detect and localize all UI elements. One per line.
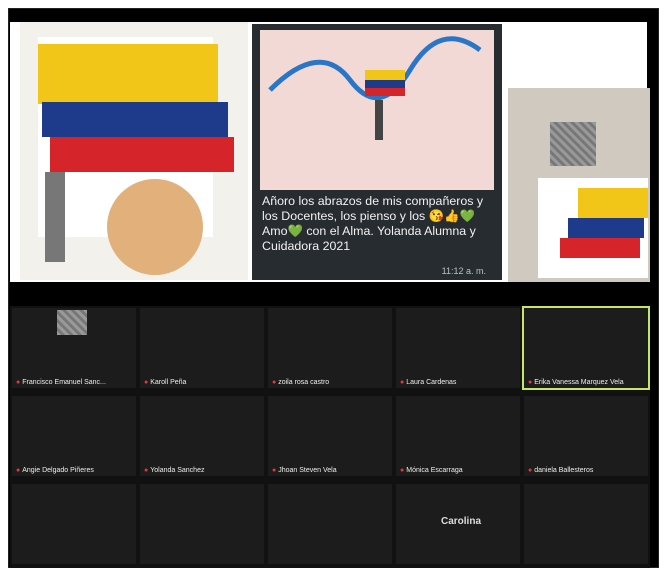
participant-tile[interactable]: ● Mónica Escarraga — [396, 396, 520, 476]
flag-mosaic-photo — [20, 22, 248, 280]
participant-tile[interactable] — [12, 484, 136, 564]
participant-tile[interactable]: ● zoila rosa castro — [268, 308, 392, 388]
video-call-grid: ● Francisco Emanuel Sanc... ● Karoll Peña … — [10, 306, 650, 568]
chat-message-text: Añoro los abrazos de mis compañeros y lo… — [262, 194, 484, 253]
participant-tile[interactable]: ● Jhoan Steven Vela — [268, 396, 392, 476]
participant-tile[interactable]: ● daniela Ballesteros — [524, 396, 648, 476]
participant-tile[interactable]: ● Laura Cardenas — [396, 308, 520, 388]
participant-tile[interactable]: ● Karoll Peña — [140, 308, 264, 388]
participant-tile[interactable]: ● Francisco Emanuel Sanc... — [12, 308, 136, 388]
participant-tile[interactable]: Carolina — [396, 484, 520, 564]
student-flag-photo — [508, 88, 650, 282]
photo-collage: Añoro los abrazos de mis compañeros y lo… — [10, 22, 650, 282]
participant-tile[interactable]: ● Yolanda Sanchez — [140, 396, 264, 476]
participant-name-only: Carolina — [441, 516, 482, 527]
participant-tile[interactable]: ● Angie Delgado Piñeres — [12, 396, 136, 476]
participant-tile[interactable] — [524, 484, 648, 564]
participant-tile-active[interactable]: ● Erika Vanessa Marquez Vela — [522, 306, 650, 390]
participant-tile[interactable] — [140, 484, 264, 564]
chat-timestamp: 11:12 a. m. — [441, 266, 486, 276]
participant-tile[interactable] — [268, 484, 392, 564]
chat-message-image: Añoro los abrazos de mis compañeros y lo… — [252, 24, 502, 280]
